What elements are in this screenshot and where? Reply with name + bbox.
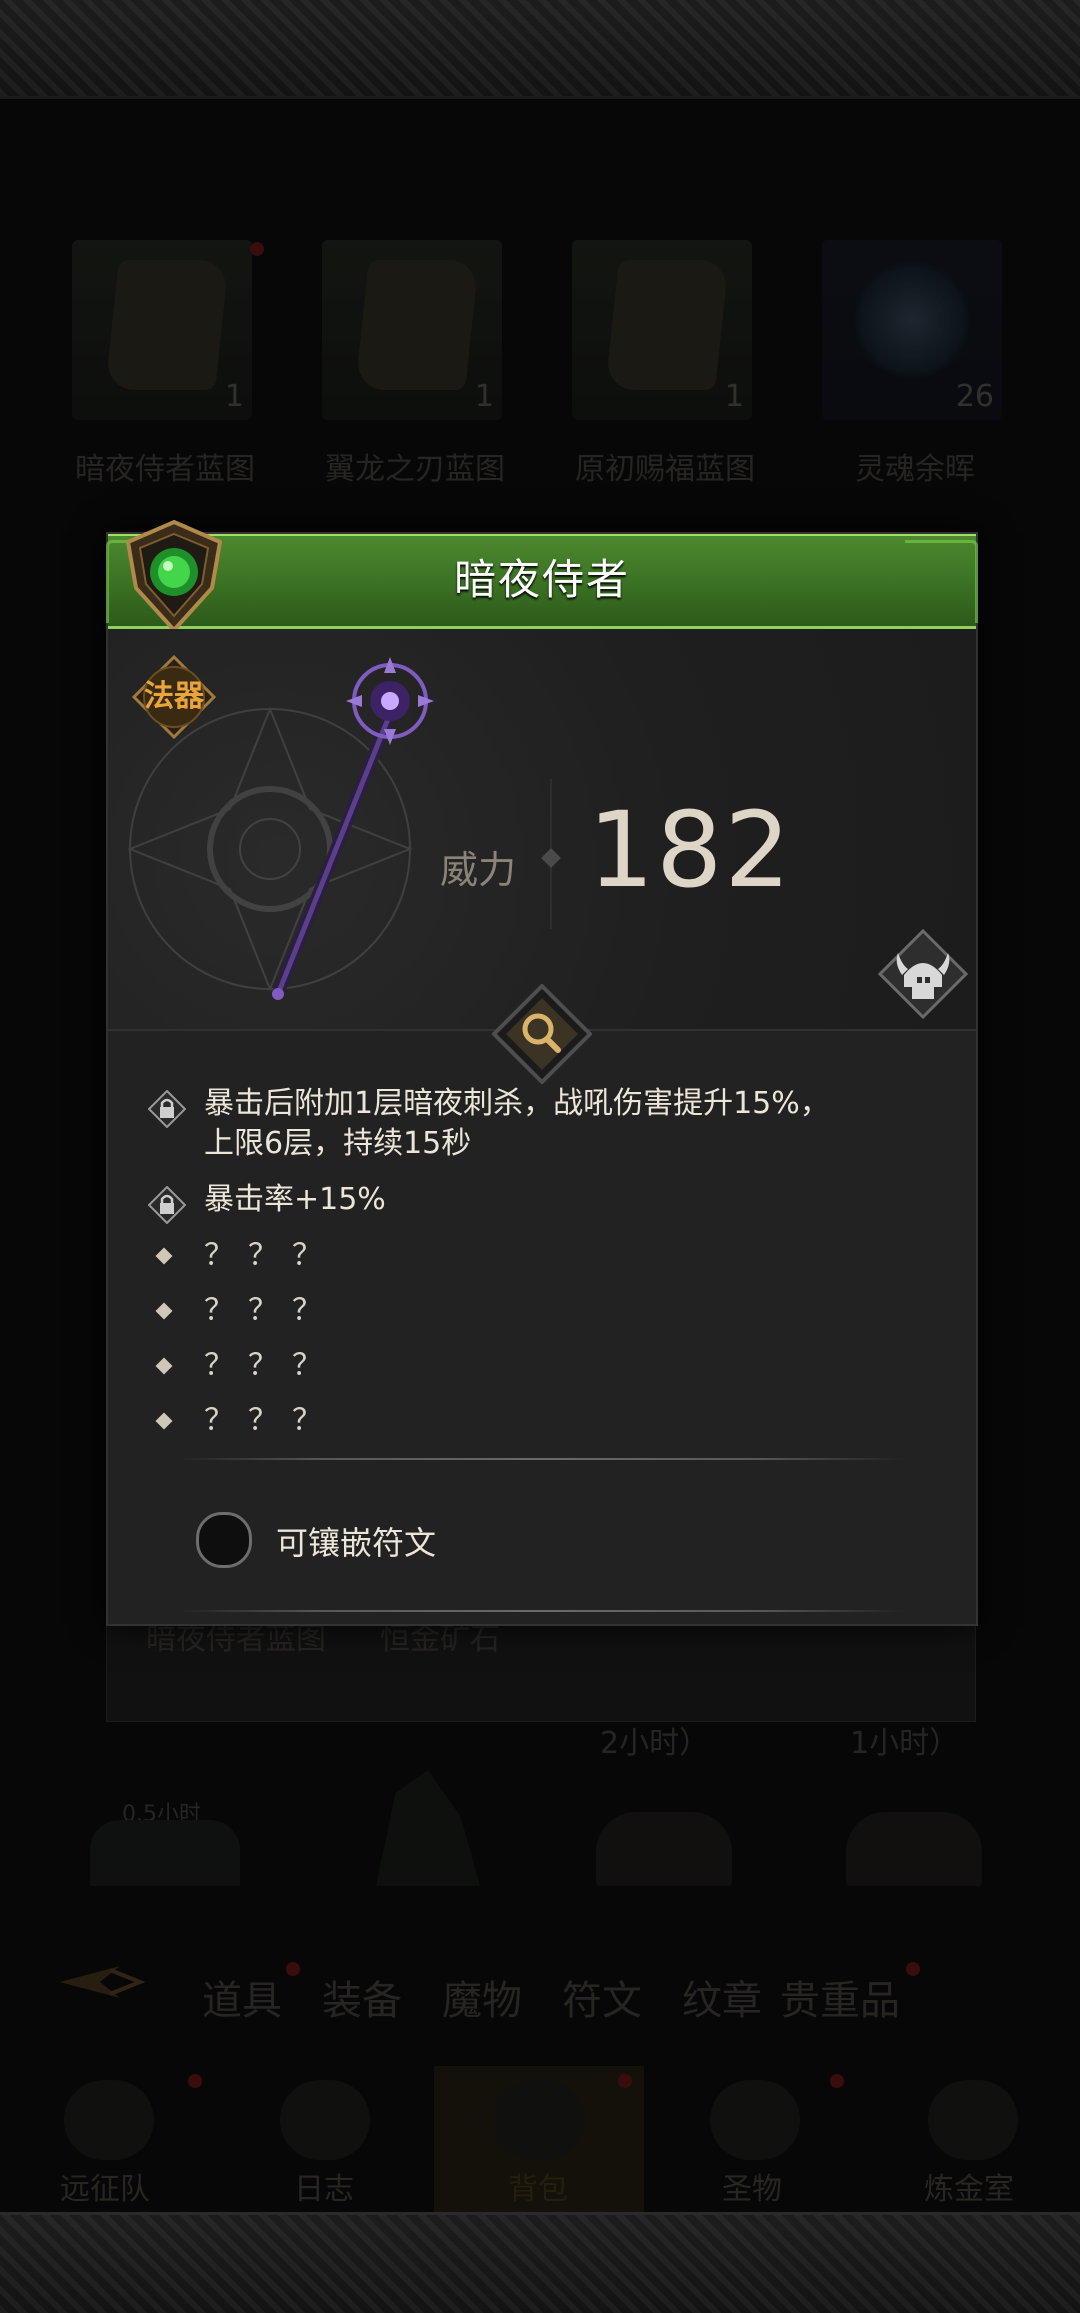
lock-icon [148, 1090, 186, 1128]
section-divider [180, 1458, 904, 1460]
diamond-bullet-icon [155, 1247, 173, 1265]
rune-socket-label: 可镶嵌符文 [276, 1524, 437, 1562]
diamond-bullet-icon [155, 1412, 173, 1430]
rarity-gem-icon [125, 519, 223, 633]
attribute-text: ？？？ [204, 1348, 336, 1383]
item-detail-dialog: 暗夜侍者 法器 威力 182 暴击后附加1层暗夜刺杀，战吼伤害提升15%， 上限… [106, 519, 978, 1626]
attribute-text: ？？？ [204, 1293, 336, 1328]
lock-icon [148, 1186, 186, 1224]
item-preview-panel: 法器 威力 182 [108, 629, 976, 1031]
power-label: 威力 [440, 848, 517, 892]
diamond-bullet-icon [155, 1302, 173, 1320]
power-value: 182 [588, 789, 793, 911]
item-title: 暗夜侍者 [453, 555, 630, 604]
attribute-text: 暴击率+15% [204, 1182, 386, 1217]
attribute-text: 暴击后附加1层暗夜刺杀，战吼伤害提升15%， 上限6层，持续15秒 [204, 1086, 830, 1161]
section-divider [180, 1610, 904, 1612]
diamond-bullet-icon [155, 1357, 173, 1375]
attribute-text: ？？？ [204, 1238, 336, 1273]
top-ornament-bar [0, 0, 1080, 99]
attribute-text: ？？？ [204, 1403, 336, 1438]
rune-socket-icon[interactable] [196, 1512, 252, 1568]
staff-item-icon [272, 657, 434, 1000]
magnify-button[interactable] [492, 984, 592, 1084]
dialog-header: 暗夜侍者 [106, 534, 978, 629]
bottom-ornament-bar [0, 2212, 1080, 2313]
category-badge: 法器 [144, 679, 204, 714]
viking-helmet-icon[interactable] [878, 929, 968, 1019]
power-divider-dot [541, 848, 561, 868]
